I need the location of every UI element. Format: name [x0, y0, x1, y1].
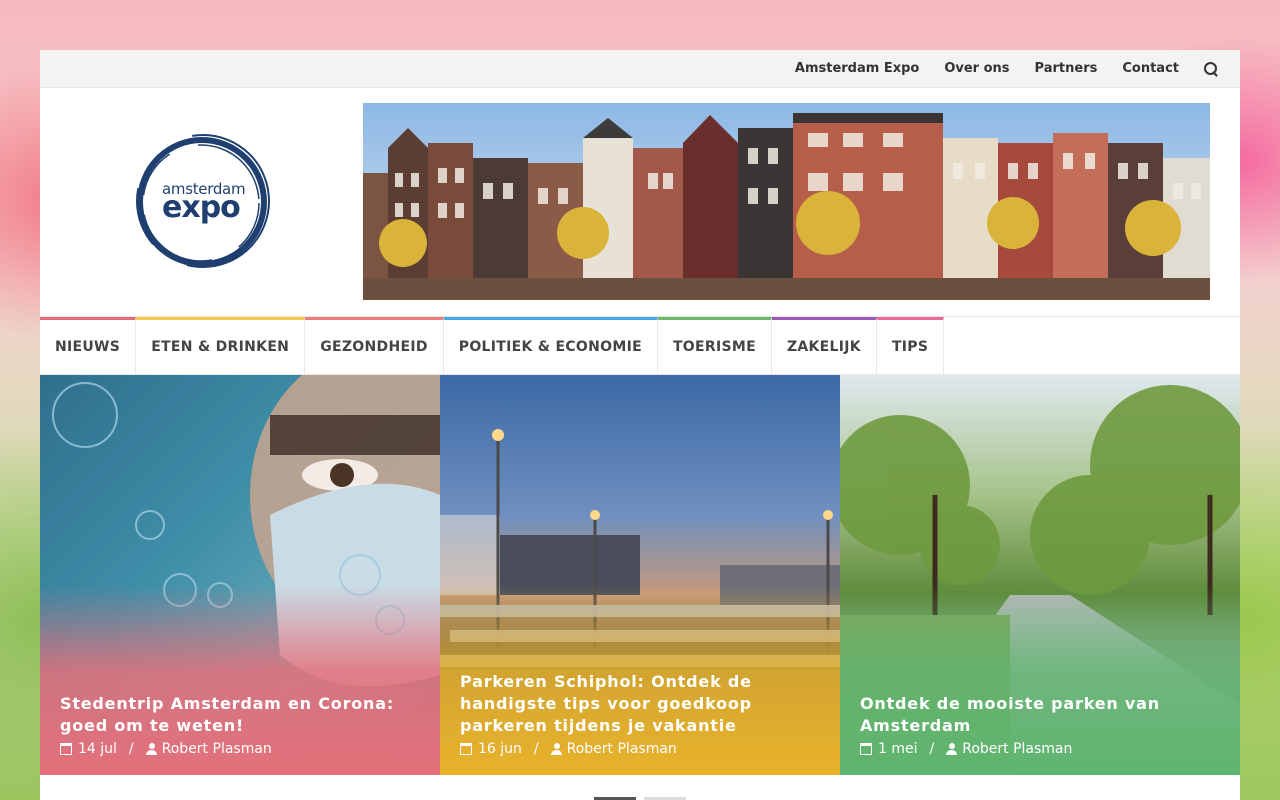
top-link-over-ons[interactable]: Over ons — [944, 61, 1009, 76]
calendar-icon — [860, 743, 872, 755]
calendar-icon — [460, 743, 472, 755]
featured-post-2[interactable]: Parkeren Schiphol: Ontdek de handigste t… — [440, 375, 840, 775]
user-icon — [145, 743, 157, 755]
meta-separator: / — [533, 741, 539, 757]
top-bar: Amsterdam Expo Over ons Partners Contact — [40, 50, 1240, 88]
nav-item-politiek-economie[interactable]: POLITIEK & ECONOMIE — [443, 317, 658, 374]
featured-post-1[interactable]: Stedentrip Amsterdam en Corona: goed om … — [40, 375, 440, 775]
top-link-amsterdam-expo[interactable]: Amsterdam Expo — [795, 61, 919, 76]
featured-post-3-author[interactable]: Robert Plasman — [962, 741, 1072, 757]
site-header: amsterdam expo — [40, 88, 1240, 316]
featured-post-2-title[interactable]: Parkeren Schiphol: Ontdek de handigste t… — [460, 671, 820, 737]
nav-item-toerisme[interactable]: TOERISME — [657, 317, 772, 374]
page-container: Amsterdam Expo Over ons Partners Contact… — [40, 50, 1240, 800]
featured-post-3-date: 1 mei — [878, 741, 918, 757]
featured-post-2-author[interactable]: Robert Plasman — [567, 741, 677, 757]
user-icon — [550, 743, 562, 755]
featured-post-1-author[interactable]: Robert Plasman — [162, 741, 272, 757]
calendar-icon — [60, 743, 72, 755]
meta-separator: / — [929, 741, 935, 757]
nav-item-tips[interactable]: TIPS — [876, 317, 945, 374]
user-icon — [946, 743, 958, 755]
top-link-contact[interactable]: Contact — [1122, 61, 1179, 76]
featured-post-3-meta: 1 mei / Robert Plasman — [860, 741, 1072, 757]
canal-houses-illustration — [363, 103, 1210, 300]
featured-post-2-date: 16 jun — [478, 741, 522, 757]
featured-post-3[interactable]: Ontdek de mooiste parken van Amsterdam 1… — [840, 375, 1240, 775]
featured-post-3-title[interactable]: Ontdek de mooiste parken van Amsterdam — [860, 693, 1220, 737]
logo-text-expo: expo — [162, 190, 241, 225]
main-nav: NIEUWS ETEN & DRINKEN GEZONDHEID POLITIE… — [40, 316, 1240, 375]
nav-item-eten-drinken[interactable]: ETEN & DRINKEN — [136, 317, 306, 374]
top-link-partners[interactable]: Partners — [1035, 61, 1098, 76]
nav-item-gezondheid[interactable]: GEZONDHEID — [305, 317, 444, 374]
featured-posts: Stedentrip Amsterdam en Corona: goed om … — [40, 375, 1240, 775]
site-logo[interactable]: amsterdam expo — [132, 132, 272, 272]
featured-post-1-title[interactable]: Stedentrip Amsterdam en Corona: goed om … — [60, 693, 420, 737]
nav-item-nieuws[interactable]: NIEUWS — [40, 317, 137, 374]
search-icon[interactable] — [1204, 61, 1218, 76]
featured-post-1-date: 14 jul — [78, 741, 117, 757]
featured-post-1-meta: 14 jul / Robert Plasman — [60, 741, 272, 757]
meta-separator: / — [128, 741, 134, 757]
header-banner-image — [363, 103, 1210, 300]
featured-post-2-meta: 16 jun / Robert Plasman — [460, 741, 677, 757]
nav-item-zakelijk[interactable]: ZAKELIJK — [771, 317, 877, 374]
